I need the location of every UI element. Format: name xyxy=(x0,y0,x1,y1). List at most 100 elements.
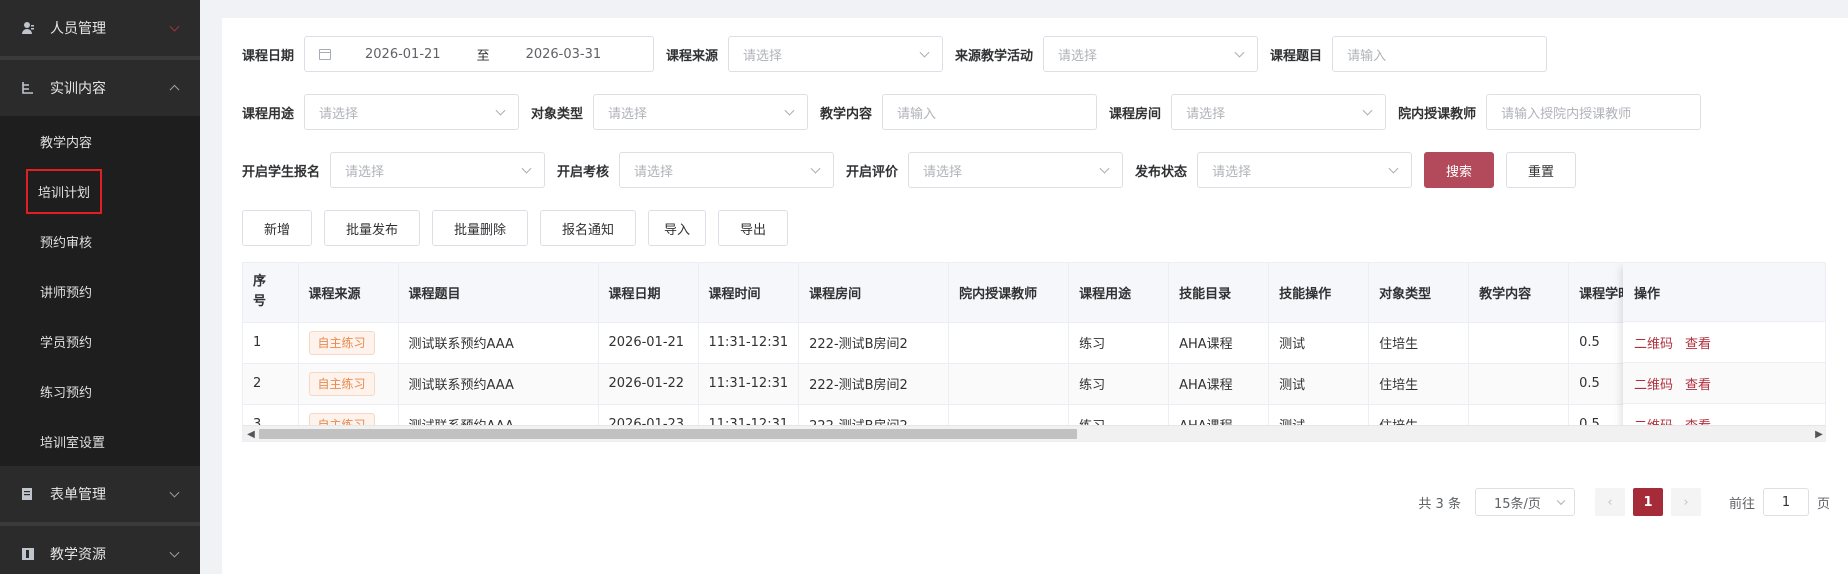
menu-group-label: 表单管理 xyxy=(50,487,106,503)
chevron-down-icon xyxy=(169,21,180,32)
course-source-select[interactable]: 请选择 xyxy=(728,36,944,72)
scroll-right-icon[interactable]: ▶ xyxy=(1814,429,1824,440)
scrollbar-thumb[interactable] xyxy=(259,429,1077,439)
col-header-content: 教学内容 xyxy=(1468,263,1570,323)
cell-purpose: 练习 xyxy=(1068,363,1170,405)
table-row[interactable]: 1 自主练习 测试联系预约AAA 2026-01-21 11:31-12:31 … xyxy=(243,322,1670,364)
horizontal-scrollbar[interactable]: ◀ ▶ xyxy=(243,425,1825,441)
chevron-down-icon xyxy=(521,163,532,174)
date-start: 2026-01-21 xyxy=(365,46,441,62)
sidebar-item-student-booking[interactable]: 学员预约 xyxy=(0,316,200,366)
batch-publish-button[interactable]: 批量发布 xyxy=(324,210,420,246)
course-room-select[interactable]: 请选择 xyxy=(1171,94,1387,130)
tree-icon xyxy=(20,80,36,96)
chevron-up-icon xyxy=(169,84,180,95)
filter-label: 课程题目 xyxy=(1270,48,1323,64)
menu-group-training-content[interactable]: 实训内容 xyxy=(0,60,200,116)
cell-date: 2026-01-21 xyxy=(598,322,699,364)
user-icon xyxy=(20,20,36,36)
source-activity-select[interactable]: 请选择 xyxy=(1043,36,1259,72)
menu-group-resources[interactable]: 教学资源 xyxy=(0,526,200,574)
submenu: 教学内容 培训计划 预约审核 讲师预约 学员预约 练习预约 培训室设置 xyxy=(0,116,200,466)
export-button[interactable]: 导出 xyxy=(718,210,788,246)
publish-status-select[interactable]: 请选择 xyxy=(1197,152,1413,188)
menu-group-label: 教学资源 xyxy=(50,547,106,563)
goto-page-input[interactable]: 1 xyxy=(1762,488,1809,516)
select-placeholder: 请选择 xyxy=(634,164,674,180)
sidebar-item-teaching-content[interactable]: 教学内容 xyxy=(0,116,200,166)
cell-room: 222-测试B房间2 xyxy=(798,322,950,364)
sidebar-item-label: 讲师预约 xyxy=(40,285,93,301)
ops-cell: 二维码 查看 xyxy=(1623,322,1825,363)
cell-teacher xyxy=(948,363,1070,405)
sidebar-item-label: 培训计划 xyxy=(25,168,103,214)
scroll-left-icon[interactable]: ◀ xyxy=(246,429,256,440)
col-header-room: 课程房间 xyxy=(798,263,950,323)
filter-row: 课程用途 请选择 对象类型 请选择 教学内容 请输入 课程房间 请选择 院内授课… xyxy=(242,94,1713,130)
cell-room: 222-测试B房间2 xyxy=(798,363,950,405)
sidebar-item-booking-review[interactable]: 预约审核 xyxy=(0,216,200,266)
sidebar-item-practice-booking[interactable]: 练习预约 xyxy=(0,366,200,416)
menu-group-forms[interactable]: 表单管理 xyxy=(0,466,200,522)
table-grid: 序号 课程来源 课程题目 课程日期 课程时间 课程房间 院内授课教师 课程用途 … xyxy=(243,263,1670,441)
input-placeholder: 请输入 xyxy=(1347,48,1387,64)
cell-time: 11:31-12:31 xyxy=(698,363,800,405)
sidebar-item-lecturer-booking[interactable]: 讲师预约 xyxy=(0,266,200,316)
cell-skill-dir: AHA课程 xyxy=(1168,363,1270,405)
menu-group-personnel[interactable]: 人员管理 xyxy=(0,0,200,56)
next-page-button[interactable]: › xyxy=(1670,488,1701,516)
input-placeholder: 请输入授院内授课教师 xyxy=(1501,106,1632,122)
course-topic-input[interactable]: 请输入 xyxy=(1332,36,1548,72)
table-header-row: 序号 课程来源 课程题目 课程日期 课程时间 课程房间 院内授课教师 课程用途 … xyxy=(243,263,1670,323)
cell-target: 住培生 xyxy=(1368,363,1470,405)
filter-row: 课程日期 2026-01-21 至 2026-03-31 课程来源 请选择 来源… xyxy=(242,36,1559,72)
add-button[interactable]: 新增 xyxy=(242,210,312,246)
cell-purpose: 练习 xyxy=(1068,322,1170,364)
table-row[interactable]: 2 自主练习 测试联系预约AAA 2026-01-22 11:31-12:31 … xyxy=(243,363,1670,405)
sidebar-item-training-plan[interactable]: 培训计划 xyxy=(0,166,200,216)
calendar-icon xyxy=(319,48,332,60)
enroll-select[interactable]: 请选择 xyxy=(330,152,546,188)
filter-row: 开启学生报名 请选择 开启考核 请选择 开启评价 请选择 发布状态 请选择 搜索… xyxy=(242,152,1588,188)
enroll-notice-button[interactable]: 报名通知 xyxy=(540,210,636,246)
page-size-value: 15条/页 xyxy=(1493,496,1541,512)
filter-label: 开启考核 xyxy=(557,164,610,180)
exam-select[interactable]: 请选择 xyxy=(619,152,835,188)
batch-delete-button[interactable]: 批量删除 xyxy=(432,210,528,246)
chevron-down-icon xyxy=(1362,105,1373,116)
purpose-select[interactable]: 请选择 xyxy=(304,94,520,130)
select-placeholder: 请选择 xyxy=(608,106,648,122)
sidebar-item-room-settings[interactable]: 培训室设置 xyxy=(0,416,200,466)
col-header-date: 课程日期 xyxy=(598,263,699,323)
qrcode-link[interactable]: 二维码 xyxy=(1634,333,1673,352)
select-placeholder: 请选择 xyxy=(1058,48,1098,64)
cell-target: 住培生 xyxy=(1368,322,1470,364)
date-range-picker[interactable]: 2026-01-21 至 2026-03-31 xyxy=(304,36,655,72)
teaching-content-input[interactable]: 请输入 xyxy=(882,94,1098,130)
evaluation-select[interactable]: 请选择 xyxy=(908,152,1124,188)
ops-cell: 二维码 查看 xyxy=(1623,363,1825,404)
qrcode-link[interactable]: 二维码 xyxy=(1634,374,1673,393)
col-header-teacher: 院内授课教师 xyxy=(948,263,1070,323)
page-size-select[interactable]: 15条/页 xyxy=(1474,488,1575,516)
filter-label: 院内授课教师 xyxy=(1398,106,1477,122)
toolbar: 新增 批量发布 批量删除 报名通知 导入 导出 xyxy=(242,210,800,246)
sidebar: 人员管理 实训内容 教学内容 培训计划 预约审核 讲师预约 学员预约 练习预约 … xyxy=(0,0,200,574)
view-link[interactable]: 查看 xyxy=(1685,374,1711,393)
search-button[interactable]: 搜索 xyxy=(1424,152,1495,188)
col-header-source: 课程来源 xyxy=(298,263,399,323)
chevron-down-icon xyxy=(784,105,795,116)
cell-skill-op: 测试 xyxy=(1268,363,1370,405)
cell-topic: 测试联系预约AAA xyxy=(398,363,599,405)
cell-teacher xyxy=(948,322,1070,364)
reset-button[interactable]: 重置 xyxy=(1506,152,1577,188)
form-icon xyxy=(20,486,36,502)
cell-index: 1 xyxy=(243,322,299,364)
page-number-current[interactable]: 1 xyxy=(1632,488,1663,516)
view-link[interactable]: 查看 xyxy=(1685,333,1711,352)
import-button[interactable]: 导入 xyxy=(648,210,706,246)
resource-icon xyxy=(20,546,36,562)
prev-page-button[interactable]: ‹ xyxy=(1594,488,1625,516)
teacher-input[interactable]: 请输入授院内授课教师 xyxy=(1486,94,1702,130)
target-type-select[interactable]: 请选择 xyxy=(593,94,809,130)
